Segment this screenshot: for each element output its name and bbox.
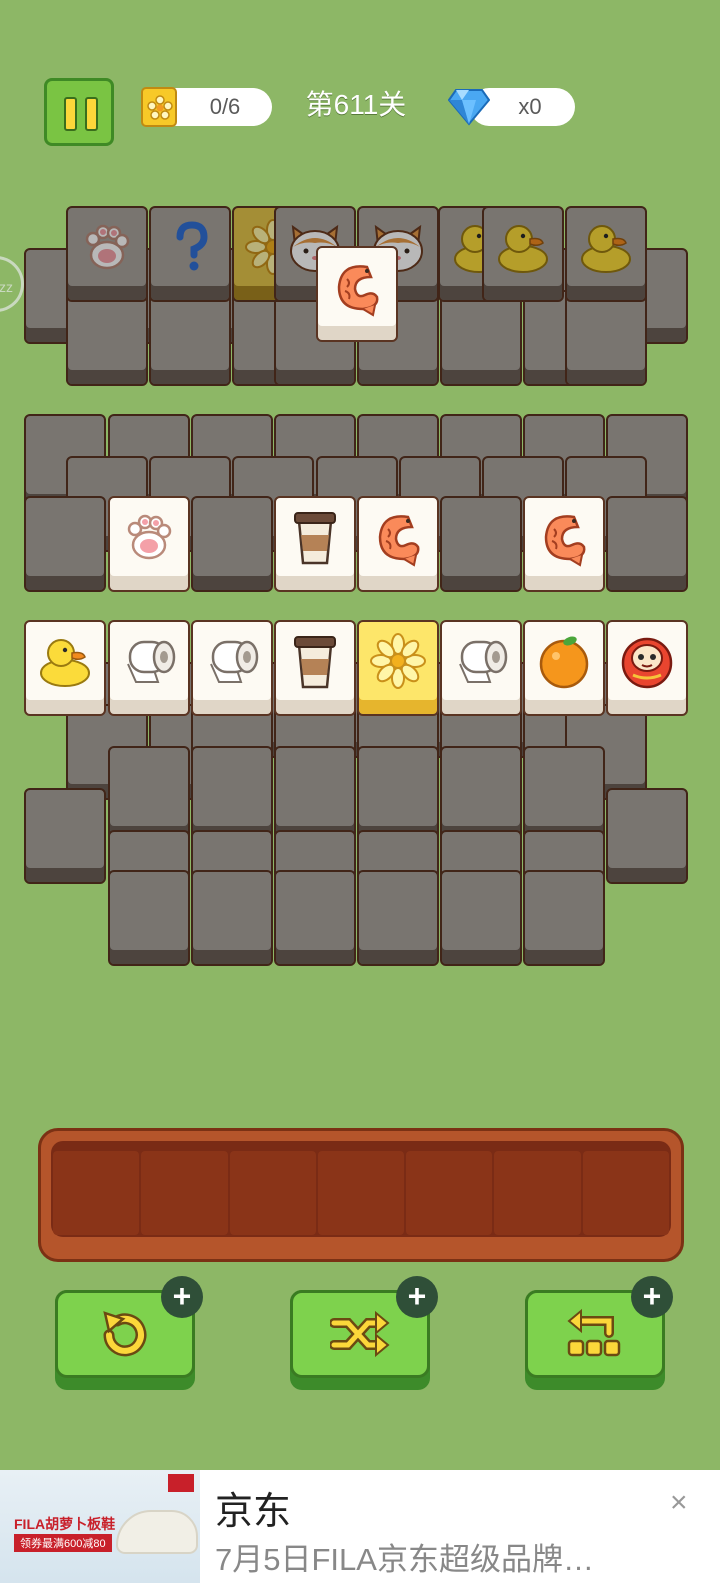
tray-slot bbox=[229, 1151, 316, 1235]
buried-tile bbox=[149, 290, 231, 386]
pause-icon bbox=[64, 97, 77, 131]
duck-icon bbox=[26, 622, 104, 700]
buried-tile bbox=[66, 290, 148, 386]
buried-tile bbox=[440, 870, 522, 966]
toilet-paper-icon bbox=[110, 622, 188, 700]
buried-tile bbox=[24, 496, 106, 592]
tile-shrimp[interactable] bbox=[523, 496, 605, 592]
tile-toilet-paper[interactable] bbox=[108, 620, 190, 716]
tile-paw bbox=[66, 206, 148, 302]
tray-slot bbox=[494, 1151, 581, 1235]
buried-tile bbox=[440, 290, 522, 386]
buried-tile bbox=[565, 290, 647, 386]
buried-tile bbox=[440, 746, 522, 842]
buried-tile bbox=[357, 746, 439, 842]
orange-icon bbox=[525, 622, 603, 700]
tile-coffee[interactable] bbox=[274, 620, 356, 716]
tile-orange[interactable] bbox=[523, 620, 605, 716]
coffee-icon bbox=[276, 622, 354, 700]
shuffle-add-badge[interactable]: + bbox=[396, 1276, 438, 1318]
paw-icon bbox=[110, 498, 188, 576]
daruma-icon bbox=[608, 622, 686, 700]
tile-flower[interactable] bbox=[357, 620, 439, 716]
undo-button[interactable]: + bbox=[55, 1276, 203, 1394]
ad-banner[interactable]: FILA胡萝卜板鞋 领券最满600减80 京东 7月5日FILA京东超级品牌… … bbox=[0, 1470, 720, 1583]
level-title: 第611关 bbox=[305, 89, 407, 120]
tile-toilet-paper[interactable] bbox=[191, 620, 273, 716]
tile-duck[interactable] bbox=[24, 620, 106, 716]
shrimp-icon bbox=[318, 248, 396, 326]
buried-tile bbox=[191, 496, 273, 592]
coffee-icon bbox=[276, 498, 354, 576]
shuffle-button[interactable]: + bbox=[290, 1276, 438, 1394]
jd-logo bbox=[168, 1474, 194, 1492]
buried-tile bbox=[274, 746, 356, 842]
tile-duck bbox=[565, 206, 647, 302]
shuffle-icon bbox=[330, 1310, 390, 1358]
duck-icon bbox=[567, 208, 645, 286]
return-add-badge[interactable]: + bbox=[631, 1276, 673, 1318]
tray-slot bbox=[317, 1151, 405, 1235]
undo-icon bbox=[103, 1311, 147, 1357]
buried-tile bbox=[523, 746, 605, 842]
buried-tile bbox=[523, 870, 605, 966]
ad-description[interactable]: 7月5日FILA京东超级品牌… bbox=[215, 1534, 594, 1579]
toilet-paper-icon bbox=[193, 622, 271, 700]
flower-count: 0/6 bbox=[209, 94, 241, 119]
buried-tile bbox=[357, 870, 439, 966]
tile-tray bbox=[38, 1128, 684, 1262]
tray-slot bbox=[406, 1151, 493, 1235]
buried-tile bbox=[440, 496, 522, 592]
tile-paw[interactable] bbox=[108, 496, 190, 592]
tile-duck bbox=[482, 206, 564, 302]
tray-slots bbox=[51, 1141, 671, 1237]
tray-slot bbox=[141, 1151, 228, 1235]
buried-tile bbox=[108, 870, 190, 966]
ad-title[interactable]: 京东 bbox=[215, 1480, 291, 1535]
buried-tile bbox=[274, 870, 356, 966]
duck-icon bbox=[484, 208, 562, 286]
pause-button[interactable] bbox=[44, 78, 114, 146]
tile-shrimp[interactable] bbox=[357, 496, 439, 592]
shrimp-icon bbox=[359, 498, 437, 576]
undo-add-badge[interactable]: + bbox=[161, 1276, 203, 1318]
shrimp-icon bbox=[525, 498, 603, 576]
tile-shrimp[interactable] bbox=[316, 246, 398, 342]
buried-tile bbox=[606, 496, 688, 592]
gem-count: x0 bbox=[518, 94, 542, 119]
tile-coffee[interactable] bbox=[274, 496, 356, 592]
close-icon[interactable]: × bbox=[670, 1486, 688, 1520]
flower-icon bbox=[359, 622, 437, 700]
buried-tile bbox=[191, 870, 273, 966]
diamond-icon bbox=[448, 89, 490, 126]
ad-image[interactable]: FILA胡萝卜板鞋 领券最满600减80 bbox=[0, 1470, 200, 1583]
return-tiles-button[interactable]: + bbox=[525, 1276, 673, 1394]
game-hud: 0/6 第611关 x0 bbox=[0, 0, 720, 160]
toilet-paper-icon bbox=[442, 622, 520, 700]
buried-tile bbox=[606, 788, 688, 884]
paw-icon bbox=[68, 208, 146, 286]
question-icon bbox=[151, 208, 229, 286]
buried-tile bbox=[108, 746, 190, 842]
buried-tile bbox=[24, 788, 106, 884]
flower-icon bbox=[141, 87, 177, 127]
tile-toilet-paper[interactable] bbox=[440, 620, 522, 716]
tile-question bbox=[149, 206, 231, 302]
tile-board bbox=[0, 200, 720, 990]
shoe-image bbox=[116, 1510, 198, 1554]
tray-slot bbox=[53, 1151, 140, 1235]
return-icon bbox=[567, 1308, 621, 1357]
tile-daruma[interactable] bbox=[606, 620, 688, 716]
tray-slot bbox=[582, 1151, 669, 1235]
buried-tile bbox=[191, 746, 273, 842]
